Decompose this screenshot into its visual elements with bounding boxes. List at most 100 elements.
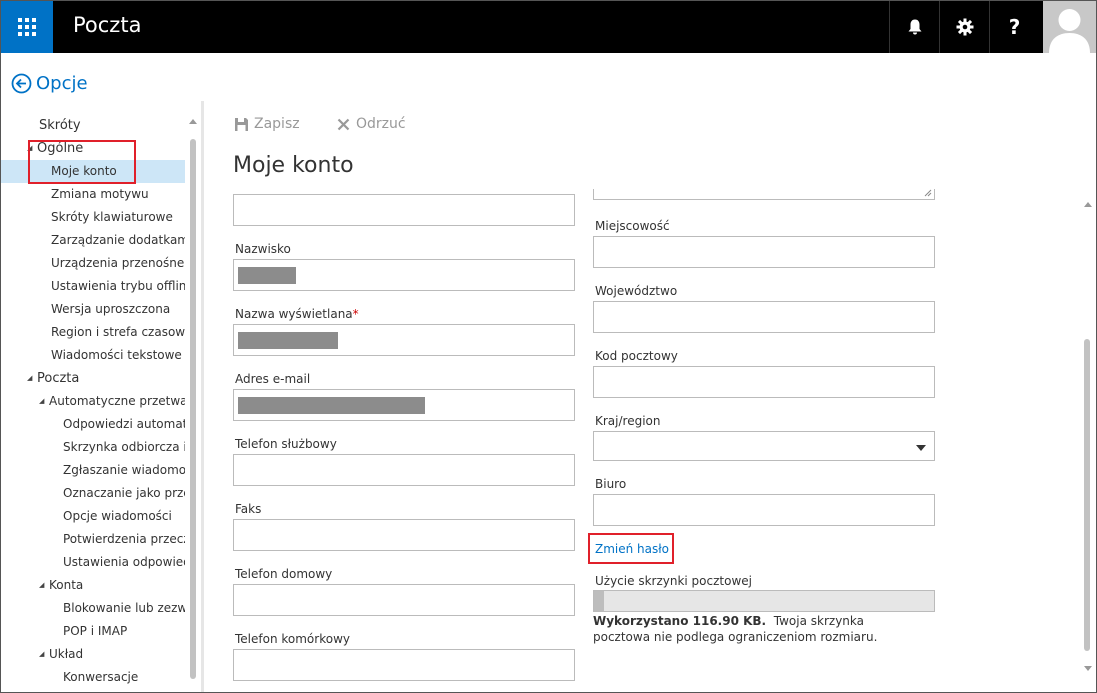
fax-label: Faks <box>235 502 262 516</box>
notifications-button[interactable] <box>889 1 939 53</box>
sidebar-item[interactable]: ◢ Konta <box>1 574 185 597</box>
mailbox-used-amount: Wykorzystano 116.90 KB. <box>593 614 767 628</box>
sidebar-item-label: Odpowiedzi automatyc <box>63 417 185 431</box>
sidebar-item-label: Blokowanie lub zezwala <box>63 601 185 615</box>
office-label: Biuro <box>595 477 627 491</box>
country-select[interactable] <box>593 431 935 461</box>
bell-icon <box>908 19 921 35</box>
postal-code-input[interactable] <box>593 366 935 398</box>
discard-label: Odrzuć <box>356 116 406 132</box>
sidebar-item-label: Region i strefa czasowa <box>51 325 185 339</box>
sidebar-item[interactable]: Wiadomości tekstowe <box>1 344 185 367</box>
user-silhouette-icon <box>1049 9 1090 53</box>
sidebar-item[interactable]: Opcje wiadomości <box>1 505 185 528</box>
save-label: Zapisz <box>254 116 300 132</box>
sidebar-item[interactable]: ◢Automatyczne przetwarza <box>1 390 185 413</box>
country-label: Kraj/region <box>595 414 661 428</box>
sidebar-item[interactable]: Oznaczanie jako przecz <box>1 482 185 505</box>
avatar[interactable] <box>1043 1 1096 53</box>
main-scroll-thumb[interactable] <box>1084 339 1090 651</box>
sidebar-item[interactable]: Ustawienia odpowiedzi <box>1 551 185 574</box>
waffle-icon <box>18 18 36 36</box>
sidebar-item-label: Skróty klawiaturowe <box>51 210 173 224</box>
scroll-down-icon[interactable] <box>1084 666 1092 671</box>
last-name-input[interactable] <box>233 259 575 291</box>
app-window: Poczta ? Opcje Skróty ◢ Ogólne Moje kont… <box>0 0 1097 693</box>
sidebar-item[interactable]: Urządzenia przenośne <box>1 252 185 275</box>
display-name-input[interactable] <box>233 324 575 356</box>
save-disk-icon <box>235 117 248 131</box>
sidebar-item[interactable]: Blokowanie lub zezwala <box>1 597 185 620</box>
mobile-phone-label: Telefon komórkowy <box>235 632 350 646</box>
help-button[interactable]: ? <box>989 1 1039 53</box>
sidebar-item-label: POP i IMAP <box>63 624 128 638</box>
fax-input[interactable] <box>233 519 575 551</box>
sidebar-item[interactable]: POP i IMAP <box>1 620 185 643</box>
office-input[interactable] <box>593 494 935 526</box>
sidebar-item[interactable]: Zgłaszanie wiadomośc <box>1 459 185 482</box>
sidebar-item-label: Zmiana motywu <box>51 187 149 201</box>
settings-button[interactable] <box>939 1 989 53</box>
change-password-link[interactable]: Zmień hasło <box>595 542 669 556</box>
expand-triangle-icon[interactable]: ◢ <box>39 643 49 666</box>
sidebar-item[interactable]: Konwersacje <box>1 666 185 689</box>
city-input[interactable] <box>593 236 935 268</box>
close-icon <box>337 118 350 130</box>
mailbox-usage-fill <box>594 591 604 611</box>
sidebar-item-label: Potwierdzenia przeczyt <box>63 532 185 546</box>
top-bar: Poczta ? <box>1 1 1096 53</box>
main-scrollbar[interactable] <box>1081 196 1095 681</box>
expand-triangle-icon[interactable]: ◢ <box>39 390 49 413</box>
mailbox-usage-bar <box>593 590 935 612</box>
sidebar-item[interactable]: Zmiana motywu <box>1 183 185 206</box>
street-address-textarea[interactable] <box>593 189 935 200</box>
sidebar-item[interactable]: Zarządzanie dodatkami <box>1 229 185 252</box>
sidebar-item[interactable]: Odpowiedzi automatyc <box>1 413 185 436</box>
mailbox-usage-text: Wykorzystano 116.90 KB. Twoja skrzynka p… <box>593 613 913 645</box>
app-title: Poczta <box>73 13 142 37</box>
resize-grip-icon[interactable] <box>924 189 932 197</box>
redacted-value <box>238 397 425 414</box>
required-marker: * <box>352 307 359 321</box>
sidebar-item[interactable]: Skrzynka odbiorcza i re <box>1 436 185 459</box>
app-launcher-button[interactable] <box>1 1 53 53</box>
sidebar-item-label: Zgłaszanie wiadomośc <box>63 463 185 477</box>
gear-icon <box>956 18 973 36</box>
display-name-label-text: Nazwa wyświetlana <box>235 307 353 321</box>
sidebar-item-label: Oznaczanie jako przecz <box>63 486 185 500</box>
sidebar-item[interactable]: Potwierdzenia przeczyt <box>1 528 185 551</box>
question-icon: ? <box>1008 15 1021 39</box>
save-button[interactable]: Zapisz <box>234 116 300 132</box>
postal-code-label: Kod pocztowy <box>595 349 678 363</box>
sidebar-item-label: Poczta <box>37 371 80 386</box>
chevron-down-icon <box>916 445 926 451</box>
first-name-input[interactable] <box>233 194 575 226</box>
scroll-up-icon[interactable] <box>1084 202 1092 207</box>
sidebar-item[interactable]: Skróty klawiaturowe <box>1 206 185 229</box>
discard-button[interactable]: Odrzuć <box>336 116 406 132</box>
sidebar-item[interactable]: Ustawienia trybu offline <box>1 275 185 298</box>
sidebar-item-label: Skróty <box>39 118 81 133</box>
sidebar-item[interactable]: ◢ Poczta <box>1 367 185 390</box>
sidebar-item[interactable]: Wersja uproszczona <box>1 298 185 321</box>
email-label: Adres e-mail <box>235 372 311 386</box>
sidebar-item[interactable]: ◢ Układ <box>1 643 185 666</box>
email-input[interactable] <box>233 389 575 421</box>
expand-triangle-icon[interactable]: ◢ <box>39 574 49 597</box>
sidebar-item-label: Opcje wiadomości <box>63 509 172 523</box>
home-phone-input[interactable] <box>233 584 575 616</box>
work-phone-input[interactable] <box>233 454 575 486</box>
sidebar-scrollbar[interactable] <box>187 113 201 691</box>
sidebar-scroll-thumb[interactable] <box>190 139 196 679</box>
state-input[interactable] <box>593 301 935 333</box>
options-title: Opcje <box>36 73 88 94</box>
scroll-up-icon[interactable] <box>189 119 197 124</box>
mobile-phone-input[interactable] <box>233 649 575 681</box>
sidebar-item-label: Urządzenia przenośne <box>51 256 185 270</box>
sidebar-item[interactable]: Region i strefa czasowa <box>1 321 185 344</box>
back-to-options[interactable]: Opcje <box>11 73 88 94</box>
expand-triangle-icon[interactable]: ◢ <box>27 367 37 390</box>
sidebar-item[interactable]: Skróty <box>1 114 185 137</box>
sidebar-item-label: Wiadomości tekstowe <box>51 348 182 362</box>
work-phone-label: Telefon służbowy <box>235 437 337 451</box>
